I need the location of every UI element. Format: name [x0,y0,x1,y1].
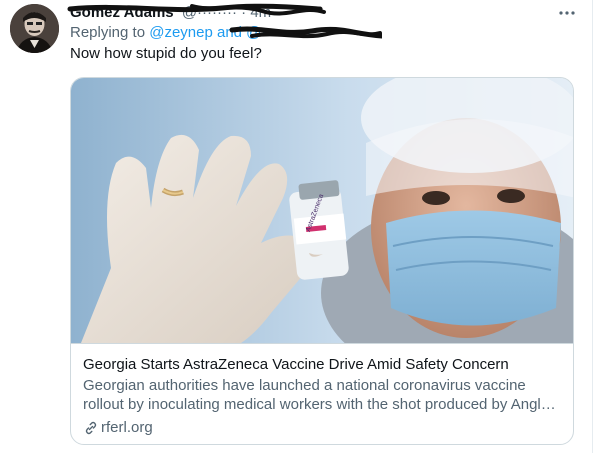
more-horizontal-icon [559,11,575,15]
reply-mentions[interactable]: @zeynep and @·········· [149,24,311,41]
more-options-button[interactable] [556,4,578,22]
card-description: Georgian authorities have launched a nat… [83,377,555,413]
card-image[interactable]: AstraZeneca [71,78,573,343]
link-icon [85,421,97,434]
vaccine-photo: AstraZeneca [71,78,573,343]
card-title[interactable]: Georgia Starts AstraZeneca Vaccine Drive… [83,355,565,374]
card-source[interactable]: rferl.org [83,418,153,437]
replying-to: Replying to @zeynep and @·········· [70,24,311,41]
card-body[interactable]: Georgia Starts AstraZeneca Vaccine Drive… [71,343,573,444]
tweet-header: Gomez Adams @········ · 4m [70,4,271,22]
avatar-image [10,4,59,53]
author-name[interactable]: Gomez Adams [70,4,174,21]
replying-prefix: Replying to [70,24,146,41]
card-source-domain[interactable]: rferl.org [101,418,153,437]
avatar[interactable] [10,4,59,53]
tweet-article[interactable]: Gomez Adams @········ · 4m Replying to @… [0,0,611,453]
link-card[interactable]: AstraZeneca Georgia Starts AstraZeneca V… [70,77,574,445]
tweet-text: Now how stupid do you feel? [70,45,262,62]
author-handle-time[interactable]: @········ · 4m [182,4,271,21]
timeline-divider [592,0,593,453]
